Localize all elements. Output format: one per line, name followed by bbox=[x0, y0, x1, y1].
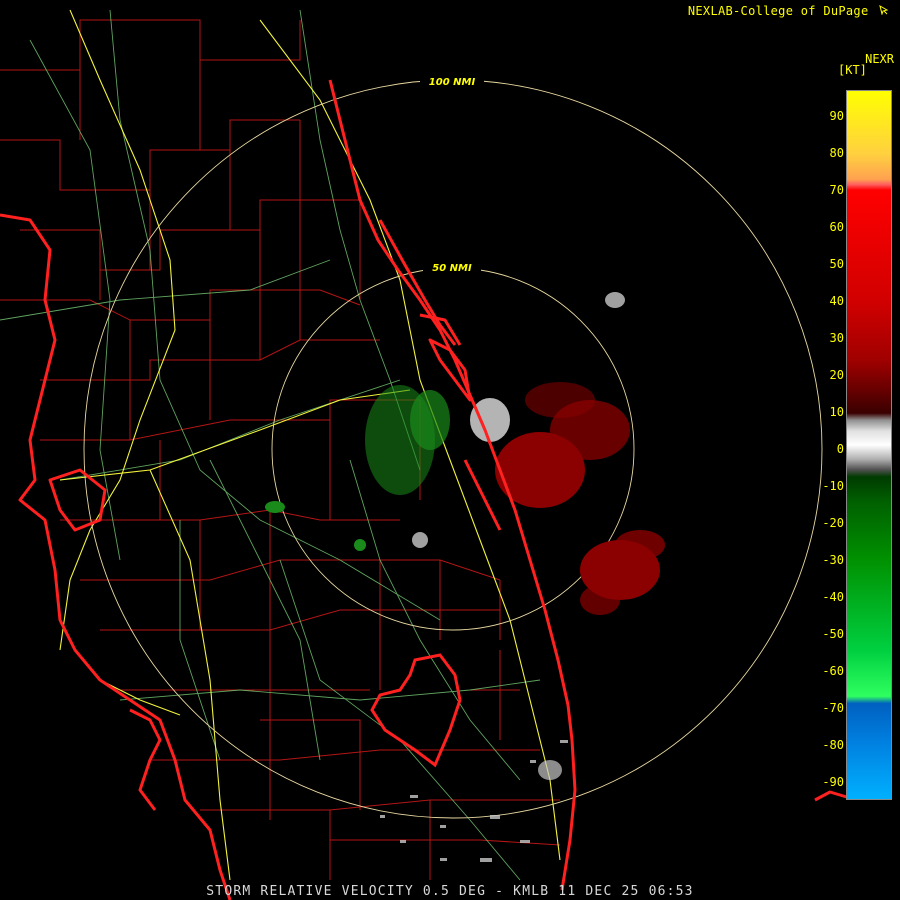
colorbar-tick-label: 20 bbox=[829, 368, 844, 382]
credit-label: NEXLAB-College of DuPage bbox=[687, 4, 889, 18]
product-label: NEXR bbox=[865, 52, 894, 66]
colorbar-tick-label: 60 bbox=[829, 220, 844, 234]
colorbar-tick-label: -70 bbox=[822, 701, 844, 715]
product-caption: STORM RELATIVE VELOCITY 0.5 DEG - KMLB 1… bbox=[206, 884, 694, 899]
colorbar-tick-label: -50 bbox=[822, 627, 844, 641]
radar-display: 50 NMI 100 NMI NEXLAB-College of DuPage … bbox=[0, 0, 900, 900]
range-rings bbox=[83, 79, 823, 819]
colorbar-tick-label: 50 bbox=[829, 257, 844, 271]
radar-map[interactable]: 50 NMI 100 NMI bbox=[0, 0, 900, 900]
colorbar-tick-label: -40 bbox=[822, 590, 844, 604]
colorbar-tick-label: 70 bbox=[829, 183, 844, 197]
colorbar-tick-label: 10 bbox=[829, 405, 844, 419]
colorbar-tick-label: 30 bbox=[829, 331, 844, 345]
range-ring-label-100: 100 NMI bbox=[429, 77, 476, 88]
colorbar-tick-label: -80 bbox=[822, 738, 844, 752]
outbound-echo-east bbox=[495, 382, 665, 615]
colorbar-tick-label: -60 bbox=[822, 664, 844, 678]
colorbar-tick-label: -20 bbox=[822, 516, 844, 530]
colorbar-gradient bbox=[846, 90, 892, 800]
colorbar-tick-label: -90 bbox=[822, 775, 844, 789]
inbound-echo-west bbox=[265, 385, 450, 551]
lake-okeechobee bbox=[370, 653, 462, 768]
credit-text: NEXLAB-College of DuPage bbox=[687, 4, 869, 18]
colorbar-tick-label: 90 bbox=[829, 109, 844, 123]
range-ring-label-50: 50 NMI bbox=[432, 263, 472, 274]
colorbar bbox=[846, 90, 892, 800]
colorbar-tick-label: 0 bbox=[836, 442, 844, 456]
colorbar-tick-label: 40 bbox=[829, 294, 844, 308]
units-label: [KT] bbox=[838, 63, 867, 77]
range-ring-100 bbox=[83, 79, 823, 819]
cursor-icon bbox=[879, 4, 889, 18]
colorbar-tick-label: -30 bbox=[822, 553, 844, 567]
colorbar-tick-label: -10 bbox=[822, 479, 844, 493]
colorbar-tick-label: 80 bbox=[829, 146, 844, 160]
coastline bbox=[0, 79, 881, 900]
